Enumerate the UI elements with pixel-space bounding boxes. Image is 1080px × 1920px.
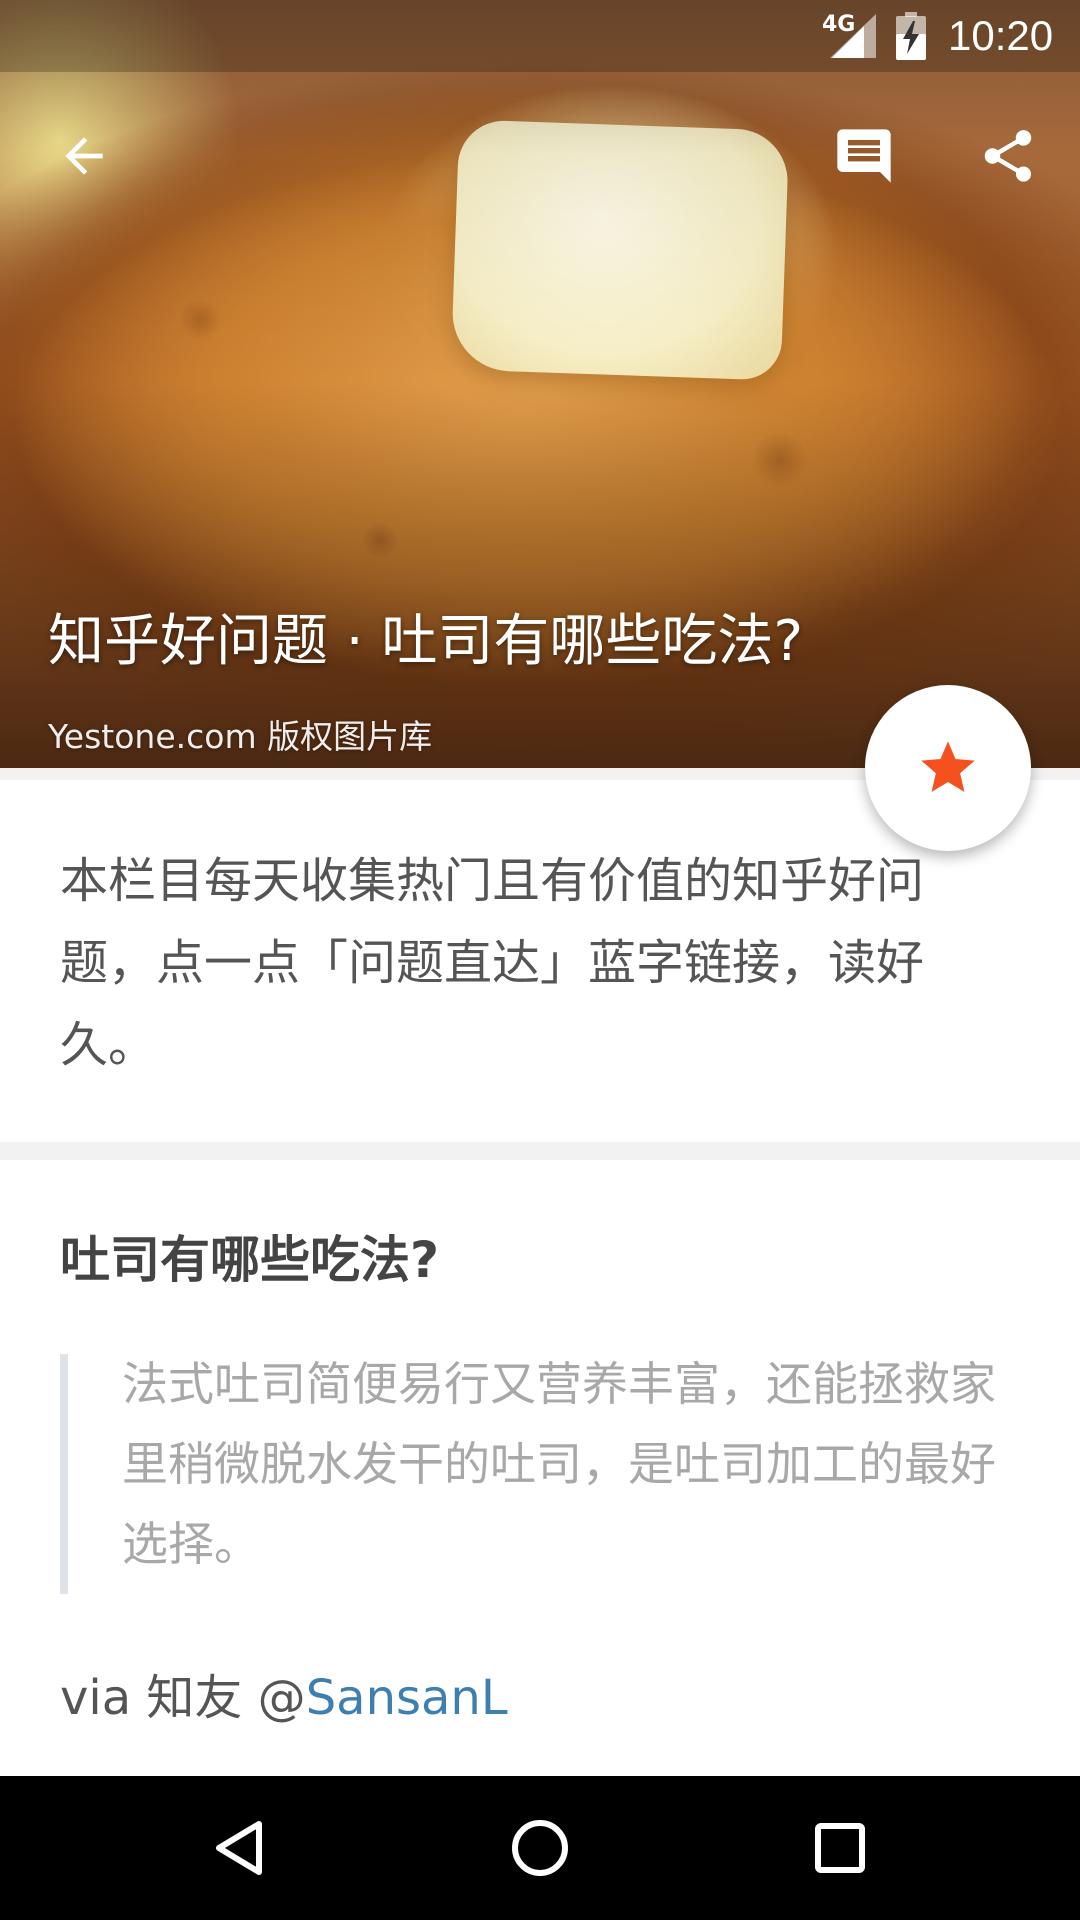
favorite-button[interactable] [865, 685, 1031, 851]
quote-bar [60, 1354, 68, 1594]
via-line: via 知友 @SansanL [60, 1658, 508, 1728]
hero-image: 4G 10:20 知乎好问题 · 吐司有哪些吃法? Yestone.com 版权… [0, 0, 1080, 768]
comment-icon [837, 129, 891, 183]
battery-icon [896, 12, 926, 60]
via-prefix: via 知友 @ [60, 1670, 306, 1726]
arrow-back-icon [65, 137, 103, 175]
article-title: 知乎好问题 · 吐司有哪些吃法? [48, 609, 804, 674]
navigation-bar [0, 1776, 1080, 1920]
comment-button[interactable] [820, 112, 908, 200]
star-icon [921, 741, 975, 792]
quote-text: 法式吐司简便易行又营养丰富，还能拯救家里稍微脱水发干的吐司，是吐司加工的最好选择… [122, 1357, 996, 1571]
status-bar: 4G 10:20 [0, 0, 1080, 72]
question-card: 吐司有哪些吃法? 法式吐司简便易行又营养丰富，还能拯救家里稍微脱水发干的吐司，是… [0, 1160, 1080, 1776]
question-title: 吐司有哪些吃法? [60, 1231, 440, 1289]
back-button[interactable] [40, 112, 128, 200]
nav-home-button[interactable] [492, 1800, 588, 1896]
nav-back-button[interactable] [193, 1800, 289, 1896]
nav-home-icon [512, 1820, 568, 1876]
image-credit: Yestone.com 版权图片库 [48, 717, 433, 756]
signal-icon [830, 14, 876, 58]
share-button[interactable] [964, 112, 1052, 200]
author-link[interactable]: SansanL [306, 1670, 508, 1726]
clock: 10:20 [948, 12, 1054, 59]
nav-back-icon [216, 1821, 262, 1875]
nav-recent-icon [815, 1823, 865, 1873]
nav-recent-button[interactable] [792, 1800, 888, 1896]
intro-text: 本栏目每天收集热门且有价值的知乎好问题，点一点「问题直达」蓝字链接，读好久。 [60, 853, 925, 1073]
share-icon [984, 130, 1032, 182]
